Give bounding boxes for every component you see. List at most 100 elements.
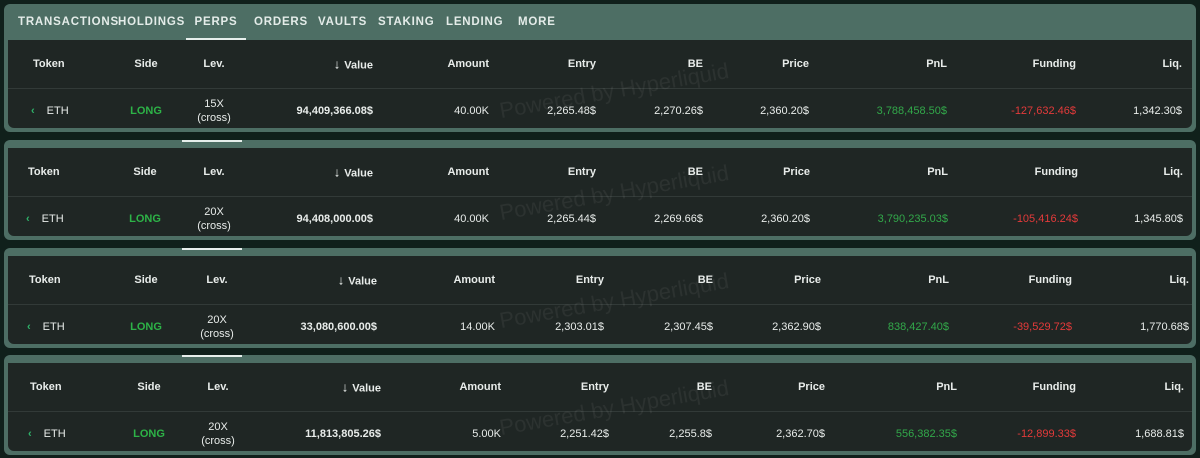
tab-bar: TRANSACTIONS HOLDINGS PERPS ORDERS VAULTS STA…: [4, 4, 1196, 40]
table-row[interactable]: ‹ ETH LONG 20X (cross) 33,080,600.00$ 14.00K 2,…: [8, 304, 1192, 348]
pnl-cell: 556,382.35$: [895, 427, 957, 440]
positions-panel: TRANSACTIONS HOLDINGS PERPS ORDERS VAULTS STA…: [4, 4, 1196, 132]
price-cell: 2,362.90$: [772, 320, 821, 333]
tab-orders[interactable]: ORDERS: [254, 4, 307, 40]
leverage-mode: (cross): [197, 111, 231, 124]
tab-transactions[interactable]: TRANSACTIONS: [18, 4, 118, 40]
positions-table: Token Side Lev. ↓ Value Amount Entry BE Price PnL…: [8, 363, 1192, 451]
token-cell: ‹ ETH: [28, 428, 66, 440]
amount-cell: 40.00K: [454, 104, 489, 117]
arrow-down-icon: ↓: [337, 272, 345, 288]
column-header-amount: Amount: [447, 166, 489, 178]
leverage-mode: (cross): [197, 219, 231, 232]
positions-table: Token Side Lev. ↓ Value Amount Entry BE Price PnL…: [8, 256, 1192, 344]
liq-cell: 1,345.80$: [1134, 212, 1183, 225]
amount-cell: 14.00K: [460, 320, 495, 333]
tab-perps[interactable]: PERPS: [186, 4, 246, 40]
table-row[interactable]: ‹ ETH LONG 20X (cross) 94,408,000.00$ 40.00K 2,…: [8, 196, 1192, 240]
column-header-side: Side: [134, 274, 158, 286]
chevron-left-icon: ‹: [31, 104, 35, 117]
leverage-cell: 20X (cross): [187, 313, 247, 341]
column-header-entry: Entry: [580, 381, 609, 393]
be-cell: 2,270.26$: [654, 104, 703, 117]
table-header: Token Side Lev. ↓ Value Amount Entry BE Price PnL…: [8, 256, 1192, 304]
liq-cell: 1,770.68$: [1140, 320, 1189, 333]
column-header-pnl: PnL: [936, 381, 957, 393]
funding-cell: -127,632.46$: [1011, 104, 1076, 117]
column-header-pnl: PnL: [927, 166, 948, 178]
column-header-liq: Liq.: [1163, 166, 1183, 178]
leverage-cell: 20X (cross): [184, 205, 244, 233]
chevron-left-icon: ‹: [27, 320, 31, 333]
token-name: ETH: [43, 427, 66, 440]
funding-cell: -39,529.72$: [1013, 320, 1072, 333]
column-header-be: BE: [696, 381, 712, 393]
tab-holdings[interactable]: HOLDINGS: [118, 4, 184, 40]
column-header-value[interactable]: ↓ Value: [342, 380, 381, 395]
table-header: Token Side Lev. ↓ Value Amount Entry BE Price PnL…: [8, 363, 1192, 411]
value-cell: 11,813,805.26$: [305, 427, 381, 440]
tab-more[interactable]: MORE: [518, 4, 555, 40]
column-header-label: Value: [348, 275, 377, 288]
value-cell: 94,409,366.08$: [296, 104, 373, 117]
chevron-left-icon: ‹: [28, 427, 32, 440]
leverage-value: 15X: [204, 97, 224, 110]
tab-staking[interactable]: STAKING: [378, 4, 434, 40]
column-header-value[interactable]: ↓ Value: [338, 273, 377, 288]
column-header-side: Side: [137, 381, 161, 393]
column-header-price: Price: [794, 274, 821, 286]
column-header-label: Value: [344, 59, 373, 72]
funding-cell: -12,899.33$: [1017, 427, 1076, 440]
column-header-value[interactable]: ↓ Value: [334, 165, 373, 180]
be-cell: 2,269.66$: [654, 212, 703, 225]
column-header-be: BE: [697, 274, 713, 286]
leverage-value: 20X: [208, 420, 228, 433]
leverage-value: 20X: [204, 205, 224, 218]
positions-table: Token Side Lev. ↓ Value Amount Entry BE Price PnL…: [8, 148, 1192, 236]
tab-lending[interactable]: LENDING: [446, 4, 503, 40]
column-header-be: BE: [687, 166, 703, 178]
column-header-be: BE: [687, 58, 703, 70]
pnl-cell: 3,790,235.03$: [877, 212, 948, 225]
entry-cell: 2,251.42$: [560, 427, 609, 440]
column-header-funding: Funding: [1032, 58, 1076, 70]
column-header-token: Token: [33, 58, 65, 70]
column-header-amount: Amount: [459, 381, 501, 393]
arrow-down-icon: ↓: [341, 379, 349, 395]
amount-cell: 5.00K: [472, 427, 501, 440]
active-tab-indicator: [182, 248, 242, 250]
chevron-left-icon: ‹: [26, 212, 30, 225]
column-header-entry: Entry: [575, 274, 604, 286]
liq-cell: 1,688.81$: [1135, 427, 1184, 440]
entry-cell: 2,265.48$: [547, 104, 596, 117]
column-header-amount: Amount: [447, 58, 489, 70]
active-tab-indicator: [182, 355, 242, 357]
be-cell: 2,307.45$: [664, 320, 713, 333]
column-header-token: Token: [29, 274, 61, 286]
column-header-liq: Liq.: [1169, 274, 1189, 286]
column-header-side: Side: [134, 58, 158, 70]
pnl-cell: 3,788,458.50$: [876, 104, 947, 117]
table-row[interactable]: ‹ ETH LONG 20X (cross) 11,813,805.26$ 5.00K 2,2…: [8, 411, 1192, 455]
leverage-mode: (cross): [201, 434, 235, 447]
side-cell: LONG: [130, 104, 162, 117]
column-header-funding: Funding: [1034, 166, 1078, 178]
column-header-value[interactable]: ↓ Value: [334, 57, 373, 72]
side-cell: LONG: [133, 427, 165, 440]
column-header-liq: Liq.: [1164, 381, 1184, 393]
funding-cell: -105,416.24$: [1013, 212, 1078, 225]
column-header-lev: Lev.: [203, 166, 225, 178]
active-tab-indicator: [182, 140, 242, 142]
side-cell: LONG: [129, 212, 161, 225]
table-header: Token Side Lev. ↓ Value Amount Entry BE Price PnL…: [8, 40, 1192, 88]
positions-table: Token Side Lev. ↓ Value Amount Entry BE Price PnL…: [8, 40, 1192, 128]
value-cell: 94,408,000.00$: [296, 212, 373, 225]
column-header-token: Token: [28, 166, 60, 178]
column-header-lev: Lev.: [207, 381, 229, 393]
column-header-pnl: PnL: [928, 274, 949, 286]
price-cell: 2,362.70$: [776, 427, 825, 440]
table-row[interactable]: ‹ ETH LONG 15X (cross) 94,409,366.08$ 40.00K 2,…: [8, 88, 1192, 132]
column-header-entry: Entry: [567, 58, 596, 70]
arrow-down-icon: ↓: [333, 56, 341, 72]
tab-vaults[interactable]: VAULTS: [318, 4, 366, 40]
